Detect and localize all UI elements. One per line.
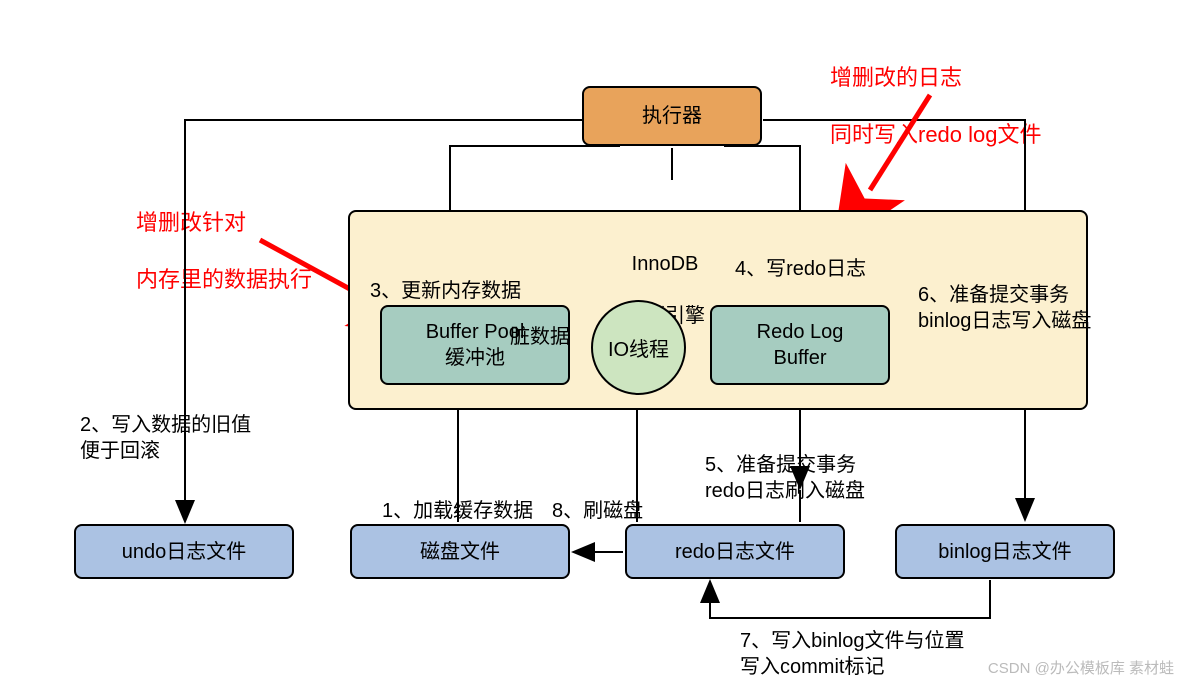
step-3-label: 3、更新内存数据: [370, 252, 521, 304]
step-4-label: 4、写redo日志: [735, 230, 866, 282]
dirty-data-label: 脏数据: [510, 298, 570, 350]
redo-file-box: redo日志文件: [625, 524, 845, 579]
step-6-label: 6、准备提交事务 binlog日志写入磁盘: [918, 256, 1091, 334]
step-1-label: 1、加载缓存数据: [382, 472, 533, 524]
binlog-file-box: binlog日志文件: [895, 524, 1115, 579]
watermark: CSDN @办公模板库 素材蛙: [988, 657, 1174, 678]
redo-buffer-box: Redo Log Buffer: [710, 305, 890, 385]
step-8-label: 8、刷磁盘: [552, 472, 643, 524]
disk-file-box: 磁盘文件: [350, 524, 570, 579]
step-7-label: 7、写入binlog文件与位置 写入commit标记: [740, 602, 965, 680]
diagram-root: 执行器 InnoDB 存储引擎 Buffer Pool 缓冲池 IO线程 Red…: [0, 0, 1186, 686]
undo-file-box: undo日志文件: [74, 524, 294, 579]
step-2-label: 2、写入数据的旧值 便于回滚: [80, 386, 251, 464]
annotation-right: 增删改的日志 同时写入redo log文件: [830, 35, 1042, 149]
executor-box: 执行器: [582, 86, 762, 146]
io-thread-circle: IO线程: [591, 300, 686, 395]
annotation-left: 增删改针对 内存里的数据执行: [136, 180, 312, 294]
executor-label: 执行器: [642, 103, 702, 129]
step-5-label: 5、准备提交事务 redo日志刷入磁盘: [705, 426, 865, 504]
